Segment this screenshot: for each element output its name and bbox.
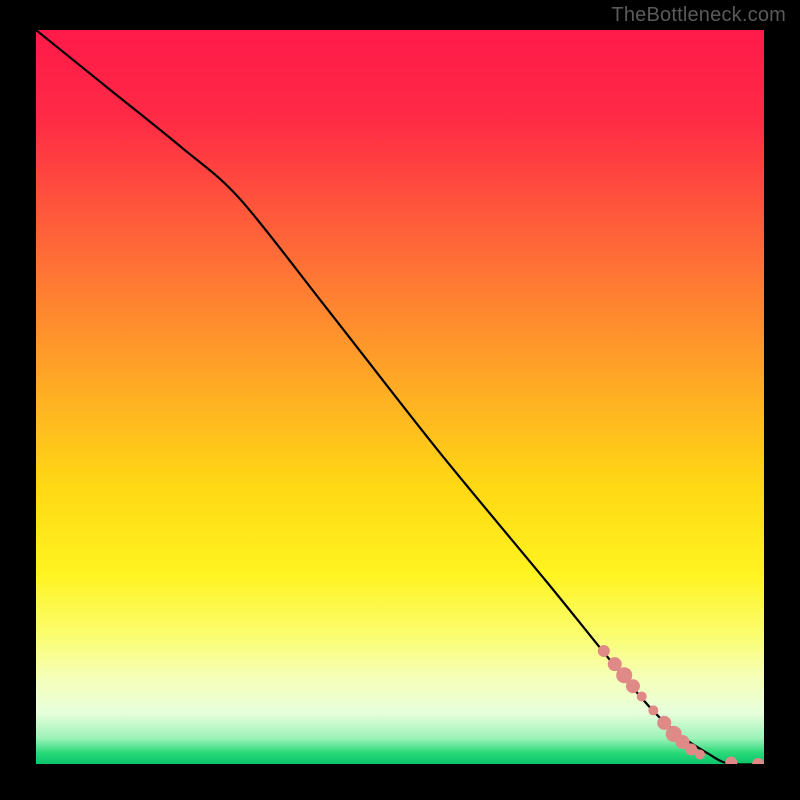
chart-background bbox=[36, 30, 764, 764]
attribution-text: TheBottleneck.com bbox=[611, 4, 786, 27]
chart-plot-area bbox=[36, 30, 764, 764]
chart-marker bbox=[626, 679, 640, 693]
chart-svg bbox=[36, 30, 764, 764]
chart-marker bbox=[695, 749, 705, 759]
chart-marker bbox=[637, 691, 647, 701]
chart-marker bbox=[598, 645, 610, 657]
chart-marker bbox=[648, 705, 658, 715]
